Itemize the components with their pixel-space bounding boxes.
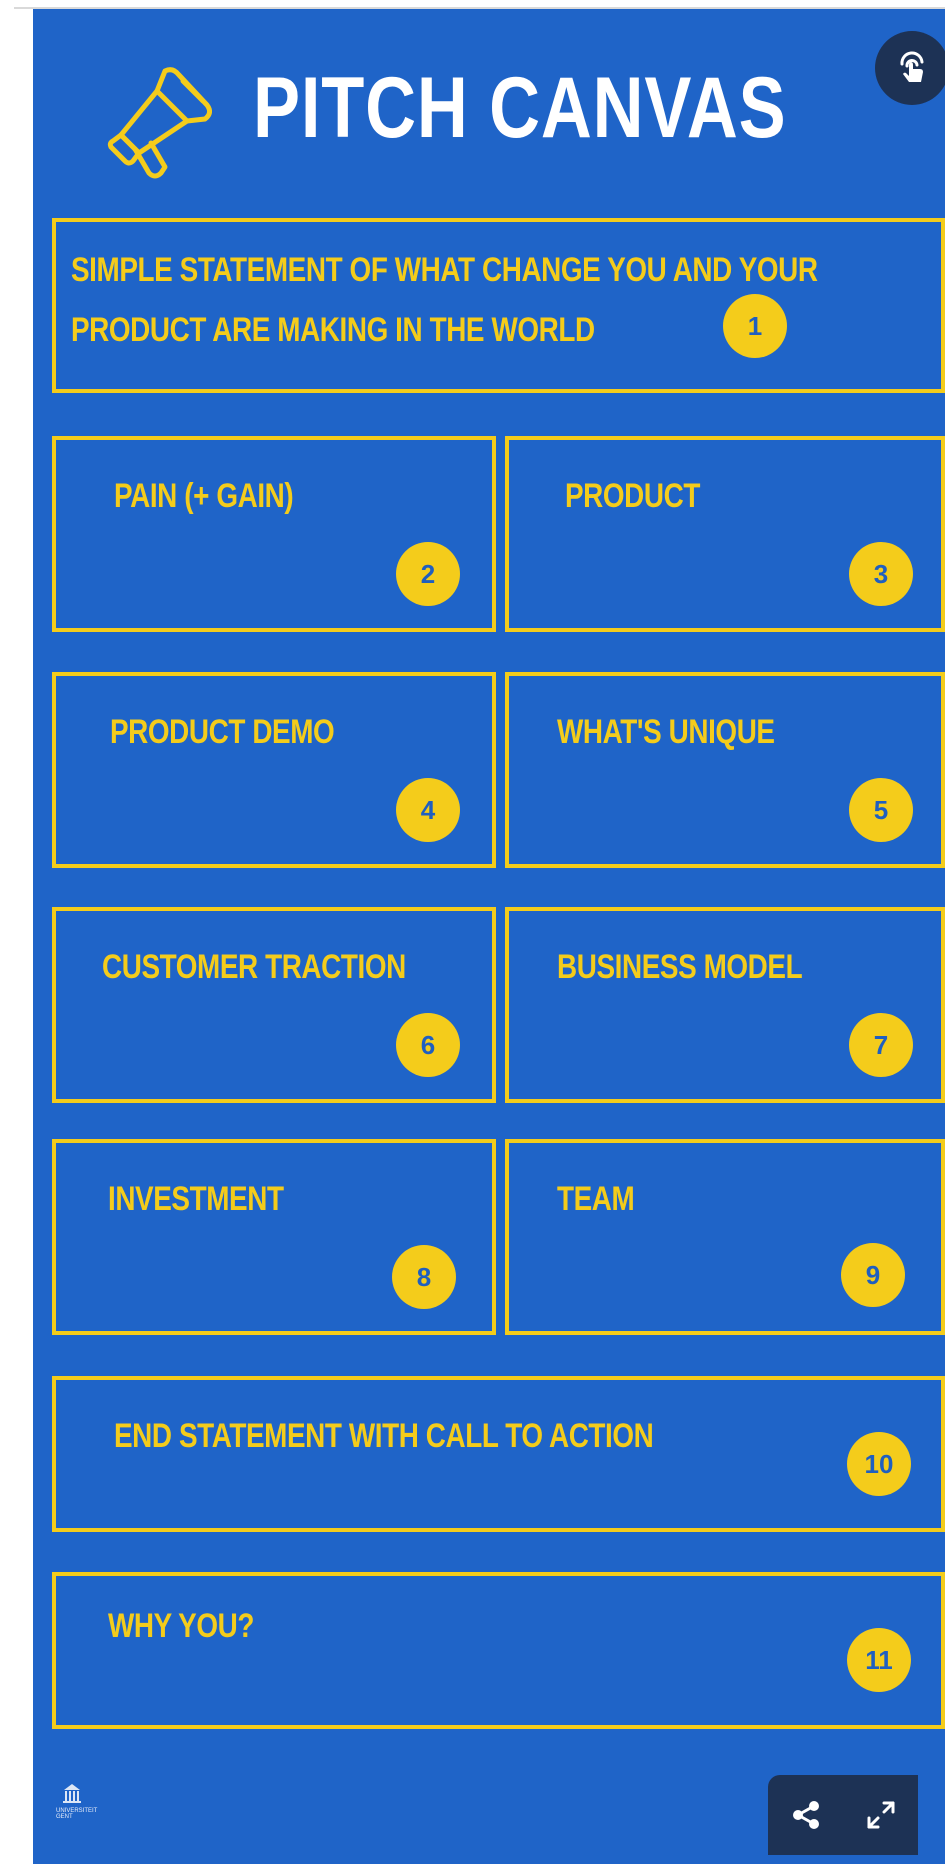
section-label-7: BUSINESS MODEL <box>557 948 803 986</box>
pitch-canvas: PITCH CANVAS SIMPLE STATEMENT OF WHAT CH… <box>33 9 945 1864</box>
step-badge-11: 11 <box>847 1628 911 1692</box>
section-label-2: PAIN (+ GAIN) <box>114 477 294 515</box>
step-badge-4: 4 <box>396 778 460 842</box>
step-badge-3: 3 <box>849 542 913 606</box>
section-label-1a: SIMPLE STATEMENT OF WHAT CHANGE YOU AND … <box>71 251 818 289</box>
unlock-hand-icon <box>900 51 924 82</box>
step-badge-7: 7 <box>849 1013 913 1077</box>
university-logo-text: UNIVERSITEIT GENT <box>56 1808 98 1820</box>
share-button[interactable] <box>786 1795 826 1835</box>
step-badge-1: 1 <box>723 294 787 358</box>
section-label-9: TEAM <box>557 1180 635 1218</box>
section-product[interactable]: PRODUCT 3 <box>505 436 945 632</box>
section-label-3: PRODUCT <box>565 477 700 515</box>
section-label-1b: PRODUCT ARE MAKING IN THE WORLD <box>71 311 595 349</box>
section-business-model[interactable]: BUSINESS MODEL 7 <box>505 907 945 1103</box>
step-badge-5: 5 <box>849 778 913 842</box>
section-team[interactable]: TEAM 9 <box>505 1139 945 1335</box>
fullscreen-button[interactable] <box>861 1795 901 1835</box>
section-label-6: CUSTOMER TRACTION <box>102 948 406 986</box>
step-badge-9: 9 <box>841 1243 905 1307</box>
step-badge-10: 10 <box>847 1432 911 1496</box>
section-investment[interactable]: INVESTMENT 8 <box>52 1139 496 1335</box>
section-label-4: PRODUCT DEMO <box>110 713 335 751</box>
section-customer-traction[interactable]: CUSTOMER TRACTION 6 <box>52 907 496 1103</box>
university-logo: UNIVERSITEIT GENT <box>56 1778 126 1828</box>
page-title: PITCH CANVAS <box>253 60 787 156</box>
section-label-8: INVESTMENT <box>108 1180 284 1218</box>
section-label-10: END STATEMENT WITH CALL TO ACTION <box>114 1417 654 1455</box>
section-label-11: WHY YOU? <box>108 1607 254 1645</box>
section-pain-gain[interactable]: PAIN (+ GAIN) 2 <box>52 436 496 632</box>
section-product-demo[interactable]: PRODUCT DEMO 4 <box>52 672 496 868</box>
megaphone-icon <box>107 67 213 179</box>
section-call-to-action[interactable]: END STATEMENT WITH CALL TO ACTION 10 <box>52 1376 945 1532</box>
section-label-5: WHAT'S UNIQUE <box>557 713 775 751</box>
expand-icon <box>867 1801 894 1829</box>
bottom-toolbar <box>768 1775 918 1855</box>
share-icon <box>792 1801 819 1829</box>
step-badge-8: 8 <box>392 1245 456 1309</box>
section-why-you[interactable]: WHY YOU? 11 <box>52 1572 945 1729</box>
section-whats-unique[interactable]: WHAT'S UNIQUE 5 <box>505 672 945 868</box>
step-badge-6: 6 <box>396 1013 460 1077</box>
unlock-button[interactable] <box>875 31 945 105</box>
section-mission-statement[interactable]: SIMPLE STATEMENT OF WHAT CHANGE YOU AND … <box>52 218 945 393</box>
step-badge-2: 2 <box>396 542 460 606</box>
canvas-header: PITCH CANVAS <box>33 9 945 209</box>
